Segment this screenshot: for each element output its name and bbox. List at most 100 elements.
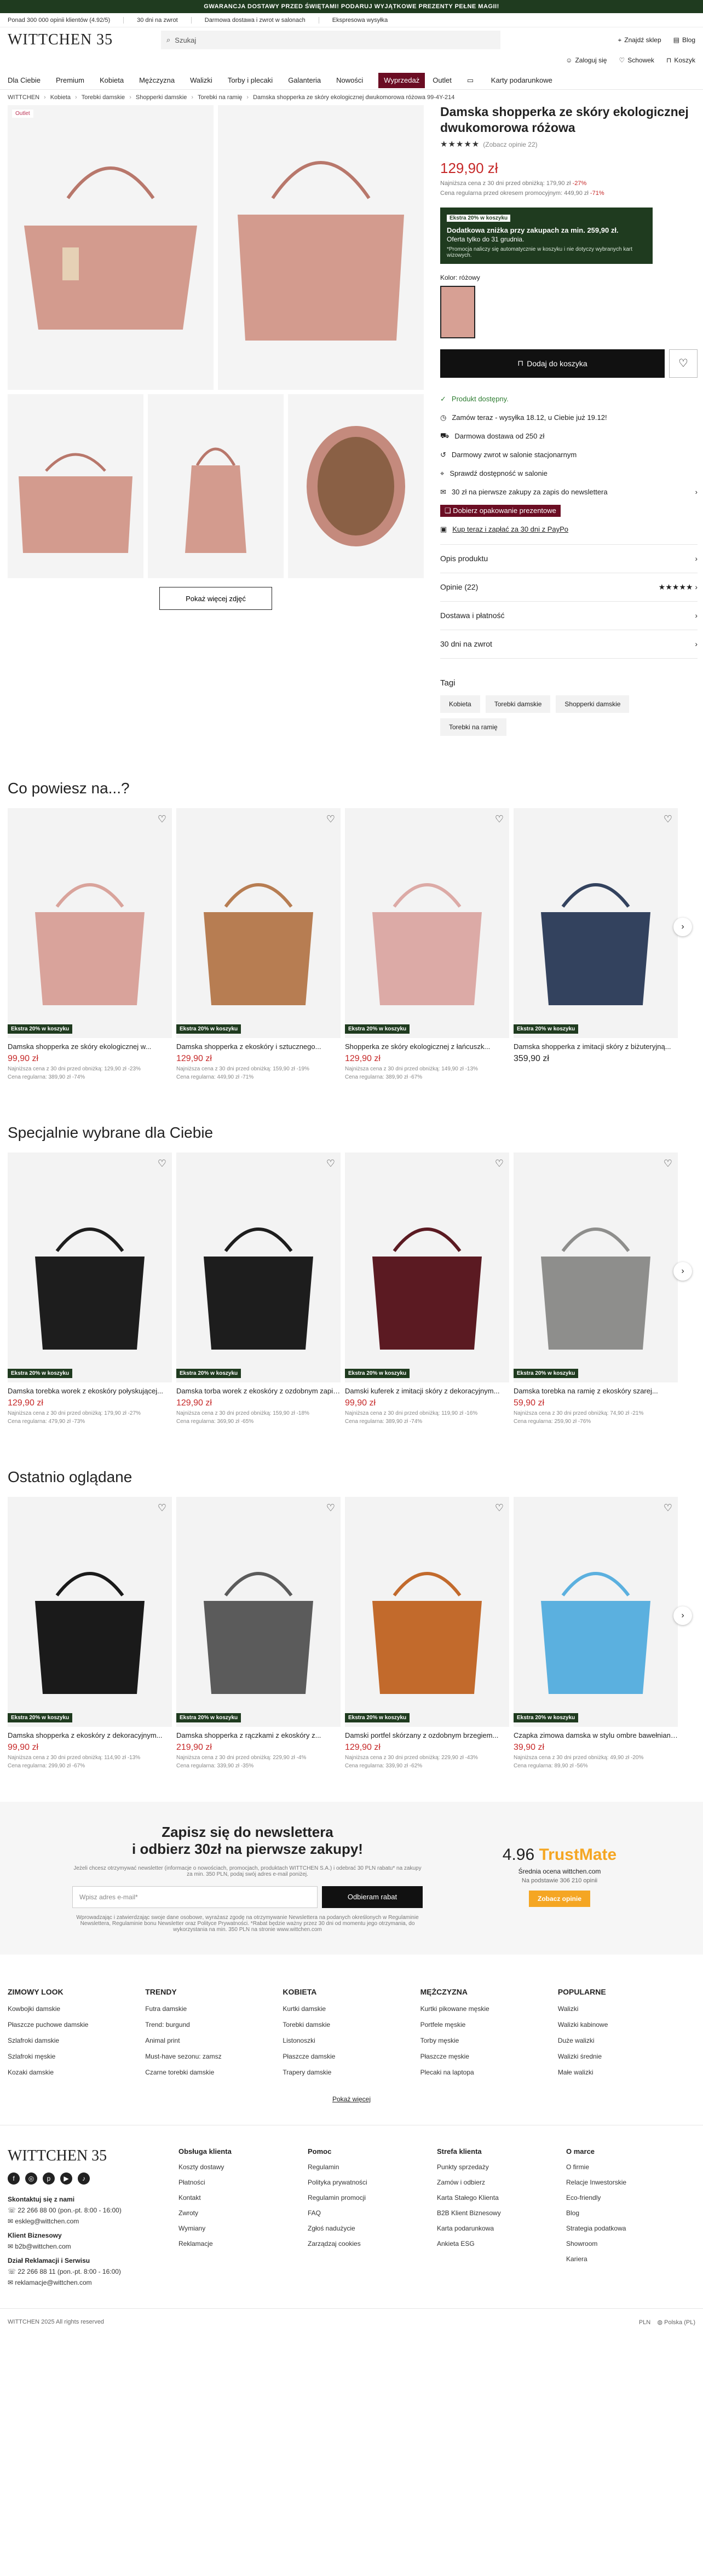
footer-link[interactable]: Karta podarunkowa — [437, 2225, 566, 2232]
category-link[interactable]: Szlafroki męskie — [8, 2053, 145, 2060]
category-link[interactable]: Animal print — [145, 2037, 283, 2044]
carousel-next-button[interactable]: › — [673, 1606, 692, 1625]
product-card-name[interactable]: Damska shopperka z ekoskóry i sztucznego… — [176, 1042, 341, 1051]
nav-dla-ciebie[interactable]: Dla Ciebie — [8, 71, 48, 90]
wishlist-button[interactable]: ♡ — [669, 349, 698, 378]
product-card[interactable]: ♡ Ekstra 20% w koszyku Shopperka ze skóry … — [345, 808, 509, 1080]
accordion-delivery[interactable]: Dostawa i płatność › — [440, 602, 698, 630]
heart-icon[interactable]: ♡ — [664, 814, 672, 825]
footer-link[interactable]: Koszty dostawy — [178, 2163, 308, 2171]
product-card[interactable]: ♡ Ekstra 20% w koszyku Damska shopperka ze… — [8, 808, 172, 1080]
product-card-image[interactable]: ♡ Ekstra 20% w koszyku — [345, 1152, 509, 1382]
footer-link[interactable]: Polityka prywatności — [308, 2179, 437, 2186]
category-link[interactable]: Listonoszki — [283, 2037, 420, 2044]
category-link[interactable]: Walizki — [558, 2005, 695, 2013]
category-link[interactable]: Kozaki damskie — [8, 2068, 145, 2076]
tag-item[interactable]: Shopperki damskie — [556, 695, 630, 713]
footer-link[interactable]: Kariera — [566, 2255, 695, 2263]
product-card-image[interactable]: ♡ Ekstra 20% w koszyku — [345, 808, 509, 1038]
feature-paypo[interactable]: ▣ Kup teraz i zapłać za 30 dni z PayPo — [440, 520, 698, 539]
product-card[interactable]: ♡ Ekstra 20% w koszyku Damska shopperka z … — [176, 1496, 341, 1769]
category-link[interactable]: Płaszcze damskie — [283, 2053, 420, 2060]
product-card-name[interactable]: Damska torba worek z ekoskóry z ozdobnym… — [176, 1387, 341, 1395]
product-image-4[interactable] — [148, 394, 284, 578]
heart-icon[interactable]: ♡ — [664, 1158, 672, 1169]
heart-icon[interactable]: ♡ — [326, 1158, 335, 1169]
crumb-3[interactable]: Torebki damskie — [82, 94, 125, 101]
nav-kobieta[interactable]: Kobieta — [100, 71, 131, 90]
category-link[interactable]: Plecaki na laptopa — [420, 2068, 558, 2076]
login-link[interactable]: ☺ Zaloguj się — [566, 56, 607, 64]
product-card-name[interactable]: Damska shopperka z ekoskóry z dekoracyjn… — [8, 1731, 172, 1739]
category-link[interactable]: Trend: burgund — [145, 2021, 283, 2028]
footer-logo[interactable]: WITTCHEN 35 — [8, 2147, 178, 2165]
category-link[interactable]: Szlafroki damskie — [8, 2037, 145, 2044]
crumb-5[interactable]: Torebki na ramię — [198, 94, 242, 101]
product-card-name[interactable]: Damski portfel skórzany z ozdobnym brzeg… — [345, 1731, 509, 1739]
nav-galanteria[interactable]: Galanteria — [288, 71, 329, 90]
color-swatch-pink[interactable] — [440, 285, 475, 338]
search-input[interactable]: ⌕ Szukaj — [161, 31, 500, 49]
category-link[interactable]: Torebki damskie — [283, 2021, 420, 2028]
product-card-name[interactable]: Czapka zimowa damska w stylu ombre baweł… — [514, 1731, 678, 1739]
nav-gift-cards[interactable]: ▭ Karty podarunkowe — [467, 71, 575, 90]
accordion-returns[interactable]: 30 dni na zwrot › — [440, 630, 698, 659]
category-link[interactable]: Kurtki pikowane męskie — [420, 2005, 558, 2013]
footer-link[interactable]: Strategia podatkowa — [566, 2225, 695, 2232]
nav-premium[interactable]: Premium — [56, 71, 92, 90]
carousel-next-button[interactable]: › — [673, 1261, 692, 1281]
facebook-icon[interactable]: f — [8, 2172, 20, 2185]
accordion-reviews[interactable]: Opinie (22) ★★★★★ › — [440, 573, 698, 602]
biz-email[interactable]: ✉ b2b@wittchen.com — [8, 2243, 178, 2250]
rekl-email[interactable]: ✉ reklamacje@wittchen.com — [8, 2279, 178, 2286]
product-card-name[interactable]: Damska shopperka z rączkami z ekoskóry z… — [176, 1731, 341, 1739]
wishlist-link[interactable]: ♡ Schowek — [619, 56, 654, 64]
rekl-phone[interactable]: ☏ 22 266 88 11 (pon.-pt. 8:00 - 16:00) — [8, 2268, 178, 2275]
category-link[interactable]: Płaszcze męskie — [420, 2053, 558, 2060]
product-card-image[interactable]: ♡ Ekstra 20% w koszyku — [514, 808, 678, 1038]
product-card[interactable]: ♡ Ekstra 20% w koszyku Damska torebka na r… — [514, 1152, 678, 1425]
footer-link[interactable]: Płatności — [178, 2179, 308, 2186]
footer-link[interactable]: B2B Klient Biznesowy — [437, 2209, 566, 2217]
footer-link[interactable]: Ankieta ESG — [437, 2240, 566, 2247]
nav-walizki[interactable]: Walizki — [190, 71, 220, 90]
blog-link[interactable]: ▤ Blog — [673, 36, 695, 44]
feature-gift-wrap[interactable]: ❑ Dobierz opakowanie prezentowe — [440, 502, 698, 520]
heart-icon[interactable]: ♡ — [664, 1502, 672, 1514]
product-card[interactable]: ♡ Ekstra 20% w koszyku Damska shopperka z … — [176, 808, 341, 1080]
accordion-description[interactable]: Opis produktu › — [440, 545, 698, 573]
nav-mezczyzna[interactable]: Mężczyzna — [139, 71, 182, 90]
nav-wyprzedaz[interactable]: Wyprzedaż — [378, 72, 425, 88]
footer-link[interactable]: Blog — [566, 2209, 695, 2217]
product-card-image[interactable]: ♡ Ekstra 20% w koszyku — [176, 808, 341, 1038]
rating[interactable]: ★★★★★ (Zobacz opinie 22) — [440, 139, 698, 149]
product-image-5[interactable] — [288, 394, 424, 578]
heart-icon[interactable]: ♡ — [326, 814, 335, 825]
product-image-2[interactable] — [218, 105, 424, 390]
product-card-name[interactable]: Damska torebka worek z ekoskóry połyskuj… — [8, 1387, 172, 1395]
category-link[interactable]: Płaszcze puchowe damskie — [8, 2021, 145, 2028]
product-card[interactable]: ♡ Ekstra 20% w koszyku Damska torba worek … — [176, 1152, 341, 1425]
footer-link[interactable]: Karta Stałego Klienta — [437, 2194, 566, 2202]
category-link[interactable]: Kowbojki damskie — [8, 2005, 145, 2013]
footer-link[interactable]: Punkty sprzedaży — [437, 2163, 566, 2171]
carousel-next-button[interactable]: › — [673, 917, 692, 936]
instagram-icon[interactable]: ◎ — [25, 2172, 37, 2185]
product-card-image[interactable]: ♡ Ekstra 20% w koszyku — [8, 1152, 172, 1382]
show-more-link[interactable]: Pokaż więcej — [0, 2095, 703, 2103]
feature-newsletter[interactable]: ✉ 30 zł na pierwsze zakupy za zapis do ne… — [440, 483, 698, 502]
tag-item[interactable]: Kobieta — [440, 695, 480, 713]
more-photos-button[interactable]: Pokaż więcej zdjęć — [159, 587, 272, 610]
category-link[interactable]: Walizki średnie — [558, 2053, 695, 2060]
crumb-1[interactable]: WITTCHEN — [8, 94, 39, 101]
category-link[interactable]: Torby męskie — [420, 2037, 558, 2044]
footer-link[interactable]: Zgłoś nadużycie — [308, 2225, 437, 2232]
newsletter-submit-button[interactable]: Odbieram rabat — [322, 1886, 423, 1908]
nav-torby[interactable]: Torby i plecaki — [228, 71, 280, 90]
product-card[interactable]: ♡ Ekstra 20% w koszyku Czapka zimowa damsk… — [514, 1496, 678, 1769]
pinterest-icon[interactable]: p — [43, 2172, 55, 2185]
heart-icon[interactable]: ♡ — [158, 1502, 166, 1514]
product-card[interactable]: ♡ Ekstra 20% w koszyku Damska shopperka z … — [514, 808, 678, 1080]
youtube-icon[interactable]: ▶ — [60, 2172, 72, 2185]
tag-item[interactable]: Torebki na ramię — [440, 718, 506, 736]
